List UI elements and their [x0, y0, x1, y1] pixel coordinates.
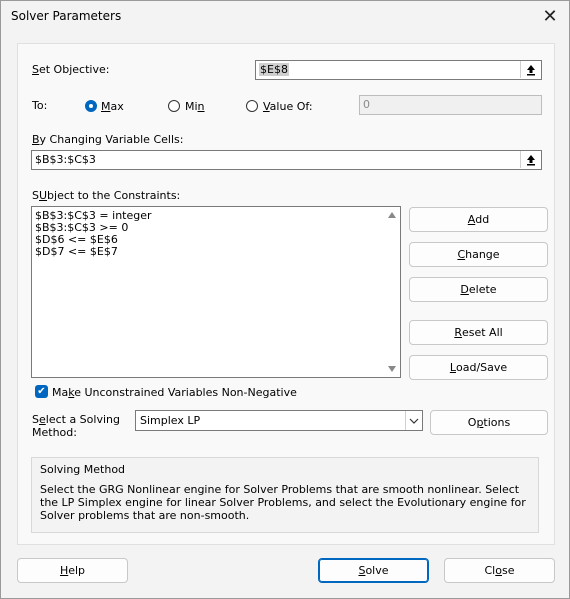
delete-button[interactable]: Delete: [409, 277, 548, 302]
value-of-radio[interactable]: [246, 100, 258, 112]
max-radio[interactable]: [85, 100, 97, 112]
collapse-dialog-icon[interactable]: [520, 151, 541, 168]
solving-method-select[interactable]: Simplex LP: [135, 410, 423, 431]
solve-button[interactable]: Solve: [318, 558, 429, 583]
value-of-input[interactable]: 0: [359, 95, 542, 115]
min-radio[interactable]: [168, 100, 180, 112]
scroll-up-icon[interactable]: [388, 212, 396, 218]
nonnegative-checkbox[interactable]: ✔: [35, 385, 48, 398]
set-objective-value: $E$8: [259, 63, 289, 76]
solving-method-label-line2: Method:: [32, 426, 77, 439]
help-button[interactable]: Help: [17, 558, 128, 583]
solving-method-group-title: Solving Method: [40, 463, 126, 476]
solving-method-label: Select a Solving: [32, 413, 120, 426]
collapse-dialog-icon[interactable]: [520, 61, 541, 78]
nonnegative-label: Make Unconstrained Variables Non-Negativ…: [52, 386, 297, 399]
to-label: To:: [32, 99, 48, 112]
chevron-down-icon[interactable]: [405, 411, 422, 430]
solving-method-group: Solving Method Select the GRG Nonlinear …: [31, 457, 539, 533]
value-of-radio-label: Value Of:: [263, 100, 313, 113]
max-radio-label: Max: [101, 100, 124, 113]
solving-method-value: Simplex LP: [140, 414, 201, 427]
set-objective-label: Set Objective:: [32, 63, 110, 76]
constraints-scrollbar[interactable]: [385, 207, 400, 377]
changing-cells-input[interactable]: $B$3:$C$3: [31, 150, 542, 170]
checkmark-icon: ✔: [37, 386, 46, 397]
close-icon[interactable]: ✕: [539, 5, 561, 27]
load-save-button[interactable]: Load/Save: [409, 355, 548, 380]
solver-parameters-window: Solver Parameters ✕ Set Objective: $E$8 …: [0, 0, 570, 599]
constraints-list[interactable]: $B$3:$C$3 = integer $B$3:$C$3 >= 0 $D$6 …: [31, 206, 401, 378]
changing-cells-label: By Changing Variable Cells:: [32, 133, 184, 146]
title-bar[interactable]: Solver Parameters ✕: [1, 1, 569, 32]
constraint-item[interactable]: $D$7 <= $E$7: [35, 246, 152, 258]
change-button[interactable]: Change: [409, 242, 548, 267]
window-title: Solver Parameters: [11, 9, 122, 23]
changing-cells-value: $B$3:$C$3: [35, 153, 96, 166]
constraints-label: SUbject to the Constraints:: [32, 189, 181, 202]
close-button[interactable]: Cl o se: [444, 558, 555, 583]
options-button[interactable]: Op tions: [430, 410, 548, 435]
solving-method-description: Select the GRG Nonlinear engine for Solv…: [40, 483, 526, 522]
scroll-down-icon[interactable]: [388, 366, 396, 372]
add-button[interactable]: Add: [409, 207, 548, 232]
set-objective-input[interactable]: $E$8: [255, 60, 542, 80]
reset-all-button[interactable]: Reset All: [409, 320, 548, 345]
min-radio-label: Min: [185, 100, 205, 113]
value-of-value: 0: [363, 98, 370, 111]
